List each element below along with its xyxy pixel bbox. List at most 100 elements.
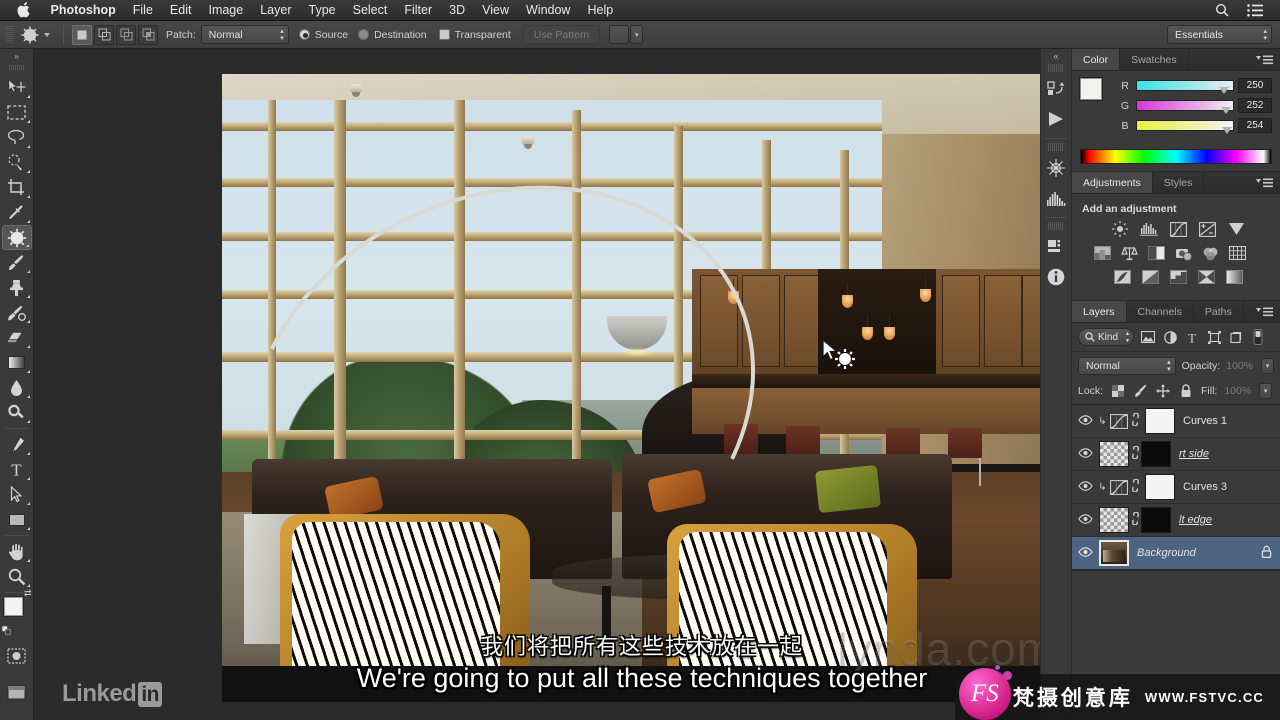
table-row[interactable]: lt edge: [1072, 504, 1280, 537]
photo-filter-icon[interactable]: [1173, 245, 1193, 261]
lock-all-icon[interactable]: [1178, 383, 1194, 399]
toolbar-collapse-button[interactable]: »: [0, 49, 33, 63]
transparent-checkbox[interactable]: [438, 29, 450, 40]
layer-thumbnail[interactable]: [1099, 540, 1129, 566]
properties-icon[interactable]: [1042, 232, 1070, 262]
options-bar-grip[interactable]: [5, 25, 13, 44]
layer-link-icon[interactable]: [1129, 412, 1141, 429]
lock-image-icon[interactable]: [1133, 383, 1149, 399]
color-spectrum-ramp[interactable]: [1080, 149, 1272, 164]
layer-link-icon[interactable]: [1129, 478, 1141, 495]
black-white-icon[interactable]: [1146, 245, 1166, 261]
history-brush-tool[interactable]: [2, 300, 32, 325]
menu-item-filter[interactable]: Filter: [396, 0, 441, 21]
apple-logo-icon[interactable]: [16, 2, 31, 18]
fill-value[interactable]: 100%: [1224, 385, 1251, 397]
layer-thumbnail[interactable]: [1099, 441, 1129, 467]
crop-tool[interactable]: [2, 175, 32, 200]
swap-colors-icon[interactable]: ⇄: [24, 588, 32, 599]
levels-icon[interactable]: [1139, 221, 1159, 237]
menu-item-edit[interactable]: Edit: [161, 0, 200, 21]
smart-object-filter-icon[interactable]: [1228, 329, 1244, 345]
layer-visibility-icon[interactable]: [1074, 513, 1096, 527]
rectangle-tool[interactable]: [2, 507, 32, 532]
menu-item-layer[interactable]: Layer: [252, 0, 300, 21]
threshold-icon[interactable]: [1168, 269, 1188, 285]
history-icon[interactable]: [1042, 74, 1070, 104]
tab-color[interactable]: Color: [1072, 49, 1121, 70]
value-r[interactable]: 250: [1238, 78, 1272, 93]
color-foreground-swatch[interactable]: [1080, 78, 1102, 100]
rail-grip-3[interactable]: [1048, 222, 1064, 230]
destination-radio-group[interactable]: Destination: [358, 29, 427, 41]
layer-name[interactable]: Background: [1137, 547, 1196, 559]
menu-item-help[interactable]: Help: [579, 0, 622, 21]
layer-mask-thumbnail[interactable]: [1141, 507, 1171, 533]
default-colors-icon[interactable]: [1, 622, 11, 636]
layer-mask-thumbnail[interactable]: [1141, 441, 1171, 467]
rectangular-marquee-tool[interactable]: [2, 100, 32, 125]
tab-adjustments[interactable]: Adjustments: [1072, 172, 1153, 193]
image-canvas[interactable]: lynda.com 我们将把所有这些技术放在一起 We're going to …: [222, 74, 1062, 702]
path-selection-tool[interactable]: [2, 482, 32, 507]
list-menu-icon[interactable]: [1238, 3, 1272, 17]
move-tool[interactable]: [2, 75, 32, 100]
layer-visibility-icon[interactable]: [1074, 546, 1096, 560]
layer-thumbnail[interactable]: [1099, 507, 1129, 533]
quick-mask-icon[interactable]: [2, 643, 32, 668]
rail-grip-2[interactable]: [1048, 143, 1064, 151]
use-pattern-button[interactable]: Use Pattern: [522, 25, 601, 44]
layer-name[interactable]: Curves 3: [1183, 481, 1227, 493]
value-g[interactable]: 252: [1238, 98, 1272, 113]
patch-mode-select[interactable]: Normal ▴ ▾: [200, 25, 289, 44]
layer-mask-thumbnail[interactable]: [1145, 474, 1175, 500]
adjustment-filter-icon[interactable]: [1162, 329, 1178, 345]
zoom-tool[interactable]: [2, 564, 32, 589]
filter-toggle-icon[interactable]: [1250, 329, 1266, 345]
screen-mode-icon[interactable]: [2, 680, 32, 705]
histogram-icon[interactable]: [1042, 183, 1070, 213]
pattern-picker-chevron-icon[interactable]: ▾: [630, 25, 644, 44]
adjustments-panel-menu-icon[interactable]: [1249, 172, 1280, 193]
color-balance-icon[interactable]: [1119, 245, 1139, 261]
gradient-map-icon[interactable]: [1196, 269, 1216, 285]
clone-stamp-tool[interactable]: [2, 275, 32, 300]
table-row[interactable]: Background: [1072, 537, 1280, 570]
color-lookup-icon[interactable]: [1227, 245, 1247, 261]
layer-visibility-icon[interactable]: [1074, 480, 1096, 494]
dodge-tool[interactable]: [2, 400, 32, 425]
curves-adjustment-icon[interactable]: [1109, 479, 1129, 495]
workspace-select[interactable]: Essentials ▴ ▾: [1167, 25, 1272, 44]
slider-thumb-r[interactable]: [1219, 87, 1229, 94]
menu-item-3d[interactable]: 3D: [441, 0, 474, 21]
subtract-from-selection-button[interactable]: [116, 24, 136, 45]
shape-filter-icon[interactable]: [1206, 329, 1222, 345]
vibrance-icon[interactable]: [1226, 221, 1246, 237]
menu-item-select[interactable]: Select: [344, 0, 396, 21]
color-panel-menu-icon[interactable]: [1249, 49, 1280, 70]
pattern-swatch[interactable]: [609, 25, 630, 44]
blur-tool[interactable]: [2, 375, 32, 400]
layer-filter-kind-select[interactable]: Kind ▴ ▾: [1078, 328, 1134, 346]
tab-channels[interactable]: Channels: [1127, 301, 1194, 322]
exposure-icon[interactable]: [1197, 221, 1217, 237]
tab-styles[interactable]: Styles: [1153, 172, 1205, 193]
blend-mode-select[interactable]: Normal ▴ ▾: [1078, 357, 1176, 375]
fill-stepper-icon[interactable]: ▾: [1259, 383, 1272, 399]
channel-mixer-icon[interactable]: [1200, 245, 1220, 261]
slider-g[interactable]: [1136, 100, 1234, 114]
slider-r[interactable]: [1136, 80, 1234, 94]
menu-item-file[interactable]: File: [124, 0, 161, 21]
info-icon[interactable]: [1042, 262, 1070, 292]
lasso-tool[interactable]: [2, 125, 32, 150]
layer-link-icon[interactable]: [1129, 511, 1141, 528]
table-row[interactable]: ↳ Curves 3: [1072, 471, 1280, 504]
table-row[interactable]: rt side: [1072, 438, 1280, 471]
layer-link-icon[interactable]: [1129, 445, 1141, 462]
gradient-tool[interactable]: [2, 350, 32, 375]
menu-item-type[interactable]: Type: [300, 0, 344, 21]
horizontal-type-tool[interactable]: T: [2, 457, 32, 482]
tab-swatches[interactable]: Swatches: [1120, 49, 1189, 70]
slider-thumb-b[interactable]: [1222, 127, 1232, 134]
menu-item-window[interactable]: Window: [518, 0, 579, 21]
